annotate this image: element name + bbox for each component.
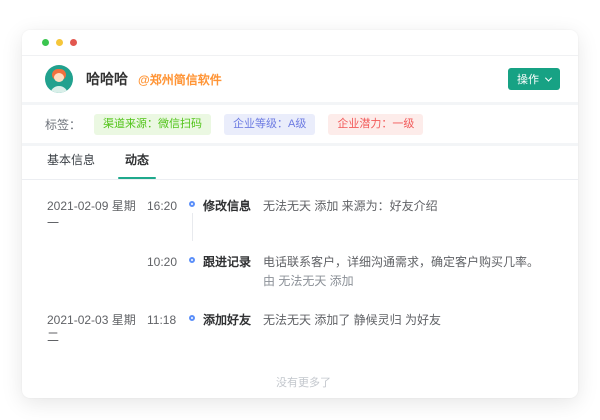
timeline-item: 2021-02-03 星期二 11:18 添加好友 无法无天 添加了 静候灵归 … [47, 312, 560, 346]
tab-basic-info[interactable]: 基本信息 [47, 151, 95, 179]
timeline-item: 10:20 跟进记录 电话联系客户，详细沟通需求，确定客户购买几率。 由 无法无… [47, 254, 560, 290]
tag-company-potential: 企业潜力：一级 [328, 114, 423, 135]
profile-window: 哈哈哈 @郑州简信软件 操作 标签： 渠道来源：微信扫码 企业等级：A级 企业潜… [22, 30, 578, 398]
timeline-date: 2021-02-09 星期一 [47, 198, 147, 232]
tab-bar: 基本信息 动态 [22, 146, 578, 180]
traffic-light-red-icon[interactable] [70, 39, 77, 46]
timeline-event-title: 添加好友 [203, 312, 251, 346]
window-titlebar [22, 30, 578, 56]
timeline-time: 11:18 [147, 312, 181, 346]
tags-label: 标签： [45, 116, 81, 133]
timeline-dot-icon [189, 201, 195, 207]
timeline-event-desc: 无法无天 添加 来源为：好友介绍 [263, 199, 438, 213]
timeline-marker-icon [181, 198, 203, 232]
timeline-item: 2021-02-09 星期一 16:20 修改信息 无法无天 添加 来源为：好友… [47, 198, 560, 232]
timeline-date: 2021-02-03 星期二 [47, 312, 147, 346]
timeline-time: 10:20 [147, 254, 181, 290]
timeline-event-desc: 无法无天 添加了 静候灵归 为好友 [263, 313, 441, 327]
customer-name: 哈哈哈 [86, 69, 128, 89]
timeline-connector-line [192, 213, 193, 241]
activity-timeline: 2021-02-09 星期一 16:20 修改信息 无法无天 添加 来源为：好友… [22, 180, 578, 390]
timeline-marker-icon [181, 254, 203, 290]
timeline-time: 16:20 [147, 198, 181, 232]
action-button[interactable]: 操作 [508, 68, 560, 90]
avatar-face-shape [54, 73, 64, 82]
chevron-down-icon [545, 74, 552, 81]
timeline-event-desc: 电话联系客户，详细沟通需求，确定客户购买几率。 [263, 255, 539, 269]
action-button-label: 操作 [517, 71, 539, 87]
company-link[interactable]: @郑州简信软件 [138, 71, 222, 88]
tags-row: 标签： 渠道来源：微信扫码 企业等级：A级 企业潜力：一级 [22, 105, 578, 143]
no-more-text: 没有更多了 [47, 374, 560, 390]
tag-channel-source: 渠道来源：微信扫码 [94, 114, 211, 135]
avatar-body-shape [50, 86, 68, 93]
tab-activity[interactable]: 动态 [125, 151, 149, 179]
profile-header: 哈哈哈 @郑州简信软件 操作 [22, 56, 578, 102]
traffic-light-yellow-icon[interactable] [56, 39, 63, 46]
timeline-dot-icon [189, 315, 195, 321]
timeline-marker-icon [181, 312, 203, 346]
timeline-event-byline: 由 无法无天 添加 [263, 273, 560, 290]
timeline-date [47, 254, 147, 290]
timeline-dot-icon [189, 257, 195, 263]
tag-company-level: 企业等级：A级 [224, 114, 315, 135]
timeline-event-title: 跟进记录 [203, 254, 251, 290]
traffic-light-green-icon[interactable] [42, 39, 49, 46]
timeline-event-title: 修改信息 [203, 198, 251, 232]
avatar [45, 65, 73, 93]
